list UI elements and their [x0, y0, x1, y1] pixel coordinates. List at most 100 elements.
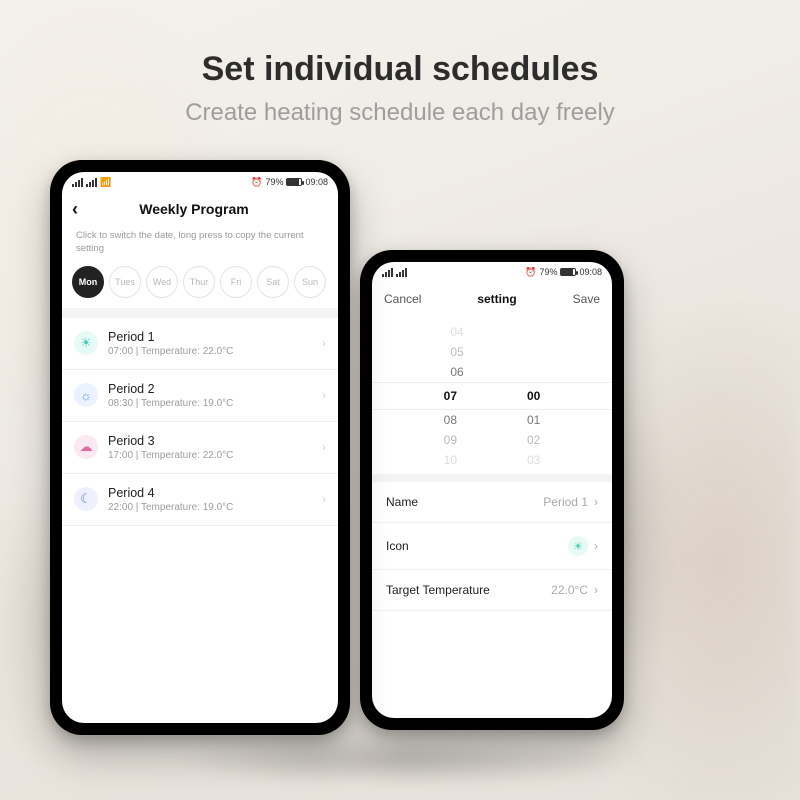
period-text: Period 4 22:00 | Temperature: 19.0°C	[108, 486, 312, 513]
row-icon[interactable]: Icon ☀ ›	[372, 523, 612, 570]
day-thur[interactable]: Thur	[183, 266, 215, 298]
time-picker[interactable]: 04 05 06 07 00 08 01 09 02 10 03	[372, 316, 612, 474]
page-title: Weekly Program	[62, 201, 328, 217]
status-bar: ⏰ 79% 09:08	[372, 262, 612, 282]
picker-hour: 07	[444, 389, 457, 403]
row-label: Name	[386, 495, 418, 509]
sunrise-icon: ☀	[568, 536, 588, 556]
picker-hour: 08	[444, 413, 457, 427]
phone2-screen: ⏰ 79% 09:08 Cancel setting Save 04 05 06 07…	[372, 262, 612, 718]
period-subtitle: 17:00 | Temperature: 22.0°C	[108, 450, 312, 461]
period-row[interactable]: ☾ Period 4 22:00 | Temperature: 19.0°C ›	[62, 474, 338, 526]
chevron-right-icon: ›	[594, 583, 598, 597]
marketing-subhead: Create heating schedule each day freely	[0, 99, 800, 127]
row-value: ☀ ›	[568, 536, 598, 556]
chevron-right-icon: ›	[322, 388, 326, 402]
picker-minute: 00	[527, 389, 540, 403]
row-value: 22.0°C ›	[551, 583, 598, 597]
status-right: ⏰ 79% 09:08	[525, 267, 602, 278]
day-mon[interactable]: Mon	[72, 266, 104, 298]
signal-icon	[382, 268, 393, 277]
day-wed[interactable]: Wed	[146, 266, 178, 298]
picker-hour: 04	[450, 325, 463, 339]
row-label: Icon	[386, 539, 409, 553]
period-title: Period 3	[108, 434, 312, 448]
day-fri[interactable]: Fri	[220, 266, 252, 298]
sun-icon: ☼	[74, 383, 98, 407]
section-separator	[62, 308, 338, 318]
period-list: ☀ Period 1 07:00 | Temperature: 22.0°C › ☼ Pe…	[62, 318, 338, 723]
period-row[interactable]: ☼ Period 2 08:30 | Temperature: 19.0°C ›	[62, 370, 338, 422]
clock: 09:08	[579, 267, 602, 277]
picker-row[interactable]: 09 02	[372, 430, 612, 450]
battery-pct: 79%	[539, 267, 557, 277]
chevron-right-icon: ›	[322, 440, 326, 454]
period-title: Period 2	[108, 382, 312, 396]
cancel-button[interactable]: Cancel	[384, 292, 421, 306]
battery-icon	[560, 268, 576, 276]
picker-row[interactable]: 06	[372, 362, 612, 382]
phone-weekly-program: 📶 ⏰ 79% 09:08 ‹ Weekly Program Click to …	[50, 160, 350, 735]
picker-hour: 10	[444, 453, 457, 467]
picker-row[interactable]: 08 01	[372, 410, 612, 430]
picker-row[interactable]: 05	[372, 342, 612, 362]
clock: 09:08	[305, 177, 328, 187]
modal-title: setting	[477, 292, 516, 306]
chevron-right-icon: ›	[594, 539, 598, 553]
signal-icon	[86, 178, 97, 187]
status-bar: 📶 ⏰ 79% 09:08	[62, 172, 338, 192]
period-subtitle: 22:00 | Temperature: 19.0°C	[108, 502, 312, 513]
day-sat[interactable]: Sat	[257, 266, 289, 298]
navbar: ‹ Weekly Program	[62, 192, 338, 226]
status-left	[382, 268, 407, 277]
period-text: Period 3 17:00 | Temperature: 22.0°C	[108, 434, 312, 461]
moon-icon: ☾	[74, 487, 98, 511]
row-name[interactable]: Name Period 1 ›	[372, 482, 612, 523]
period-text: Period 2 08:30 | Temperature: 19.0°C	[108, 382, 312, 409]
period-title: Period 1	[108, 330, 312, 344]
period-row[interactable]: ☁ Period 3 17:00 | Temperature: 22.0°C ›	[62, 422, 338, 474]
picker-minute: 02	[527, 433, 540, 447]
picker-row[interactable]: 04	[372, 322, 612, 342]
alarm-icon: ⏰	[251, 177, 262, 188]
wifi-icon: 📶	[100, 177, 111, 188]
picker-hour: 06	[450, 365, 463, 379]
phone-period-setting: ⏰ 79% 09:08 Cancel setting Save 04 05 06 07…	[360, 250, 624, 730]
period-subtitle: 07:00 | Temperature: 22.0°C	[108, 346, 312, 357]
signal-icon	[72, 178, 83, 187]
floor-shadow	[80, 730, 720, 790]
sunrise-icon: ☀	[74, 331, 98, 355]
row-label: Target Temperature	[386, 583, 490, 597]
save-button[interactable]: Save	[573, 292, 600, 306]
period-row[interactable]: ☀ Period 1 07:00 | Temperature: 22.0°C ›	[62, 318, 338, 370]
chevron-right-icon: ›	[594, 495, 598, 509]
device-stage: 📶 ⏰ 79% 09:08 ‹ Weekly Program Click to …	[50, 160, 750, 780]
picker-hour: 05	[450, 345, 463, 359]
day-tues[interactable]: Tues	[109, 266, 141, 298]
section-separator	[372, 474, 612, 482]
row-value: Period 1 ›	[543, 495, 598, 509]
alarm-icon: ⏰	[525, 267, 536, 278]
phone1-screen: 📶 ⏰ 79% 09:08 ‹ Weekly Program Click to …	[62, 172, 338, 723]
battery-icon	[286, 178, 302, 186]
picker-minute: 03	[527, 453, 540, 467]
period-title: Period 4	[108, 486, 312, 500]
period-subtitle: 08:30 | Temperature: 19.0°C	[108, 398, 312, 409]
period-text: Period 1 07:00 | Temperature: 22.0°C	[108, 330, 312, 357]
signal-icon	[396, 268, 407, 277]
marketing-headline: Set individual schedules	[0, 0, 800, 89]
day-selector: MonTuesWedThurFriSatSun	[62, 266, 338, 308]
hint-text: Click to switch the date, long press to …	[62, 226, 338, 266]
status-left: 📶	[72, 177, 111, 188]
battery-pct: 79%	[265, 177, 283, 187]
picker-hour: 09	[444, 433, 457, 447]
chevron-right-icon: ›	[322, 336, 326, 350]
chevron-right-icon: ›	[322, 492, 326, 506]
sunset-icon: ☁	[74, 435, 98, 459]
picker-row-selected[interactable]: 07 00	[372, 382, 612, 410]
day-sun[interactable]: Sun	[294, 266, 326, 298]
status-right: ⏰ 79% 09:08	[251, 177, 328, 188]
row-target-temperature[interactable]: Target Temperature 22.0°C ›	[372, 570, 612, 611]
picker-row[interactable]: 10 03	[372, 450, 612, 470]
picker-minute: 01	[527, 413, 540, 427]
